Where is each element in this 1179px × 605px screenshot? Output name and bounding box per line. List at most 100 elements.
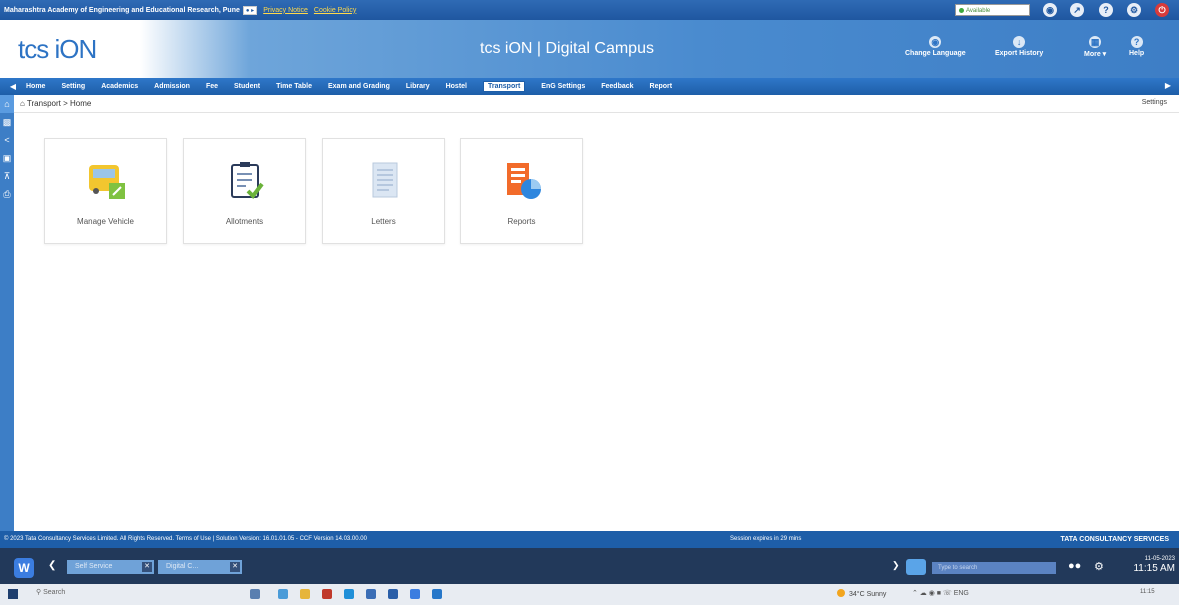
- nav-left-arrow-icon[interactable]: ◀: [0, 82, 26, 91]
- camera-icon[interactable]: ◉: [1043, 3, 1057, 17]
- close-icon[interactable]: ✕: [142, 562, 152, 572]
- store-icon[interactable]: [366, 589, 376, 599]
- report-chart-icon: [507, 163, 541, 199]
- tile-letters[interactable]: Letters: [322, 138, 445, 244]
- windows-search-label: Search: [43, 589, 66, 596]
- system-tray[interactable]: ⌃ ☁ ◉ ■ ☏ ENG: [912, 589, 969, 597]
- footer: © 2023 Tata Consultancy Services Limited…: [0, 531, 1179, 548]
- app-icon[interactable]: [410, 589, 420, 599]
- main-nav: ◀ Home Setting Academics Admission Fee S…: [0, 78, 1179, 95]
- tile-manage-vehicle[interactable]: Manage Vehicle: [44, 138, 167, 244]
- windows-search[interactable]: ⚲ Search: [36, 588, 65, 596]
- help-label: Help: [1129, 50, 1145, 57]
- tile-label: Allotments: [225, 217, 264, 226]
- outlook-icon[interactable]: [432, 589, 442, 599]
- back-arrow-icon[interactable]: ❮: [48, 560, 56, 571]
- assistant-icon[interactable]: [906, 559, 926, 575]
- date-text: 11-05-2023: [1144, 556, 1175, 562]
- nav-item-student[interactable]: Student: [234, 83, 260, 90]
- share-icon[interactable]: <: [0, 131, 14, 149]
- citrix-taskbar: W ❮ Self Service ✕ Digital C... ✕ ❯ Type t…: [0, 548, 1179, 584]
- export-history-button[interactable]: ↓ Export History: [995, 36, 1043, 57]
- download-icon: ↓: [1013, 36, 1026, 48]
- nav-right-arrow-icon[interactable]: ▶: [1165, 81, 1171, 90]
- change-language-label: Change Language: [905, 50, 966, 57]
- workspace-logo-icon[interactable]: W: [14, 558, 34, 578]
- change-language-button[interactable]: ◉ Change Language: [905, 36, 966, 57]
- document-icon: [372, 162, 398, 198]
- app-title: tcs iON | Digital Campus: [480, 40, 654, 57]
- settings-link[interactable]: Settings: [1142, 99, 1167, 106]
- tile-allotments[interactable]: Allotments: [183, 138, 306, 244]
- forward-arrow-icon[interactable]: ❯: [892, 560, 900, 571]
- edge-icon[interactable]: [344, 589, 354, 599]
- cookie-policy-link[interactable]: Cookie Policy: [314, 7, 356, 14]
- tile-label: Reports: [507, 217, 536, 226]
- task-tab-label: Digital C...: [166, 563, 199, 570]
- taskbar-clock: 11-05-2023 11:15 AM: [1133, 554, 1175, 575]
- tile-label: Manage Vehicle: [77, 217, 134, 226]
- copyright-text: © 2023 Tata Consultancy Services Limited…: [4, 536, 367, 542]
- help-button[interactable]: ? Help: [1129, 36, 1144, 57]
- users-icon[interactable]: ●●: [1068, 560, 1081, 572]
- task-tab-self-service[interactable]: Self Service ✕: [67, 560, 154, 574]
- help-circle-icon[interactable]: ?: [1099, 3, 1113, 17]
- tile-reports[interactable]: Reports: [460, 138, 583, 244]
- app-icon[interactable]: [388, 589, 398, 599]
- app-icon[interactable]: [278, 589, 288, 599]
- windows-taskbar: ⚲ Search 34°C Sunny ⌃ ☁ ◉ ■ ☏ ENG 11:15: [0, 584, 1179, 605]
- nav-item-library[interactable]: Library: [406, 83, 430, 90]
- nav-item-setting[interactable]: Setting: [61, 83, 85, 90]
- privacy-notice-link[interactable]: Privacy Notice: [263, 7, 308, 14]
- expand-icon[interactable]: ↗: [1070, 3, 1084, 17]
- task-view-icon[interactable]: [250, 589, 260, 599]
- tcs-ion-logo: tcs iON: [18, 34, 97, 64]
- grid-icon: ▦: [1089, 36, 1102, 48]
- tcs-brand: TATA CONSULTANCY SERVICES: [1060, 536, 1169, 543]
- tile-label: Letters: [371, 217, 396, 226]
- power-icon[interactable]: ⏻: [1155, 3, 1169, 17]
- availability-select[interactable]: Available: [955, 4, 1030, 16]
- time-text: 11:15 AM: [1133, 563, 1175, 574]
- export-history-label: Export History: [995, 50, 1044, 57]
- language-icon: ◉: [929, 36, 942, 48]
- nav-item-fee[interactable]: Fee: [206, 83, 218, 90]
- nav-item-home[interactable]: Home: [26, 83, 45, 90]
- folder-icon[interactable]: [300, 589, 310, 599]
- nav-item-transport[interactable]: Transport: [483, 81, 526, 92]
- side-toolbar: ⌂ ▩ < ▣ ⊼ ⎙: [0, 95, 14, 531]
- print-icon[interactable]: ⎙: [0, 185, 14, 203]
- close-icon[interactable]: ✕: [230, 562, 240, 572]
- session-timer: Session expires in 29 mins: [730, 536, 802, 542]
- clipboard-check-icon: [231, 162, 264, 200]
- top-strip: Maharashtra Academy of Engineering and E…: [0, 0, 1179, 20]
- breadcrumb: ⌂ Transport > Home: [20, 99, 92, 108]
- more-button[interactable]: ▦ More ▾: [1084, 36, 1106, 58]
- breadcrumb-text[interactable]: Transport > Home: [27, 99, 91, 108]
- image-icon[interactable]: ▣: [0, 149, 14, 167]
- nav-item-report[interactable]: Report: [650, 83, 673, 90]
- more-label: More: [1084, 51, 1101, 58]
- org-name: Maharashtra Academy of Engineering and E…: [4, 6, 240, 14]
- user-badge[interactable]: ● ▸: [242, 5, 258, 15]
- nav-item-feedback[interactable]: Feedback: [601, 83, 633, 90]
- task-tab-label: Self Service: [75, 563, 113, 570]
- home-icon[interactable]: ⌂: [0, 95, 14, 113]
- bus-icon[interactable]: ▩: [0, 113, 14, 131]
- weather-widget[interactable]: 34°C Sunny: [837, 589, 886, 598]
- settings-gear-icon[interactable]: ⚙: [1094, 560, 1104, 573]
- question-icon: ?: [1130, 36, 1143, 48]
- nav-item-academics[interactable]: Academics: [101, 83, 138, 90]
- task-tab-digital[interactable]: Digital C... ✕: [158, 560, 242, 574]
- notification-icon[interactable]: ⚙: [1127, 3, 1141, 17]
- taskbar-search-input[interactable]: Type to search: [932, 562, 1056, 574]
- nav-item-eng-settings[interactable]: EnG Settings: [541, 83, 585, 90]
- windows-start-icon[interactable]: [8, 589, 18, 599]
- app-icon[interactable]: [322, 589, 332, 599]
- upload-icon[interactable]: ⊼: [0, 167, 14, 185]
- nav-item-time-table[interactable]: Time Table: [276, 83, 312, 90]
- bus-icon: [89, 165, 125, 199]
- nav-item-admission[interactable]: Admission: [154, 83, 190, 90]
- nav-item-hostel[interactable]: Hostel: [446, 83, 467, 90]
- nav-item-exam-and-grading[interactable]: Exam and Grading: [328, 83, 390, 90]
